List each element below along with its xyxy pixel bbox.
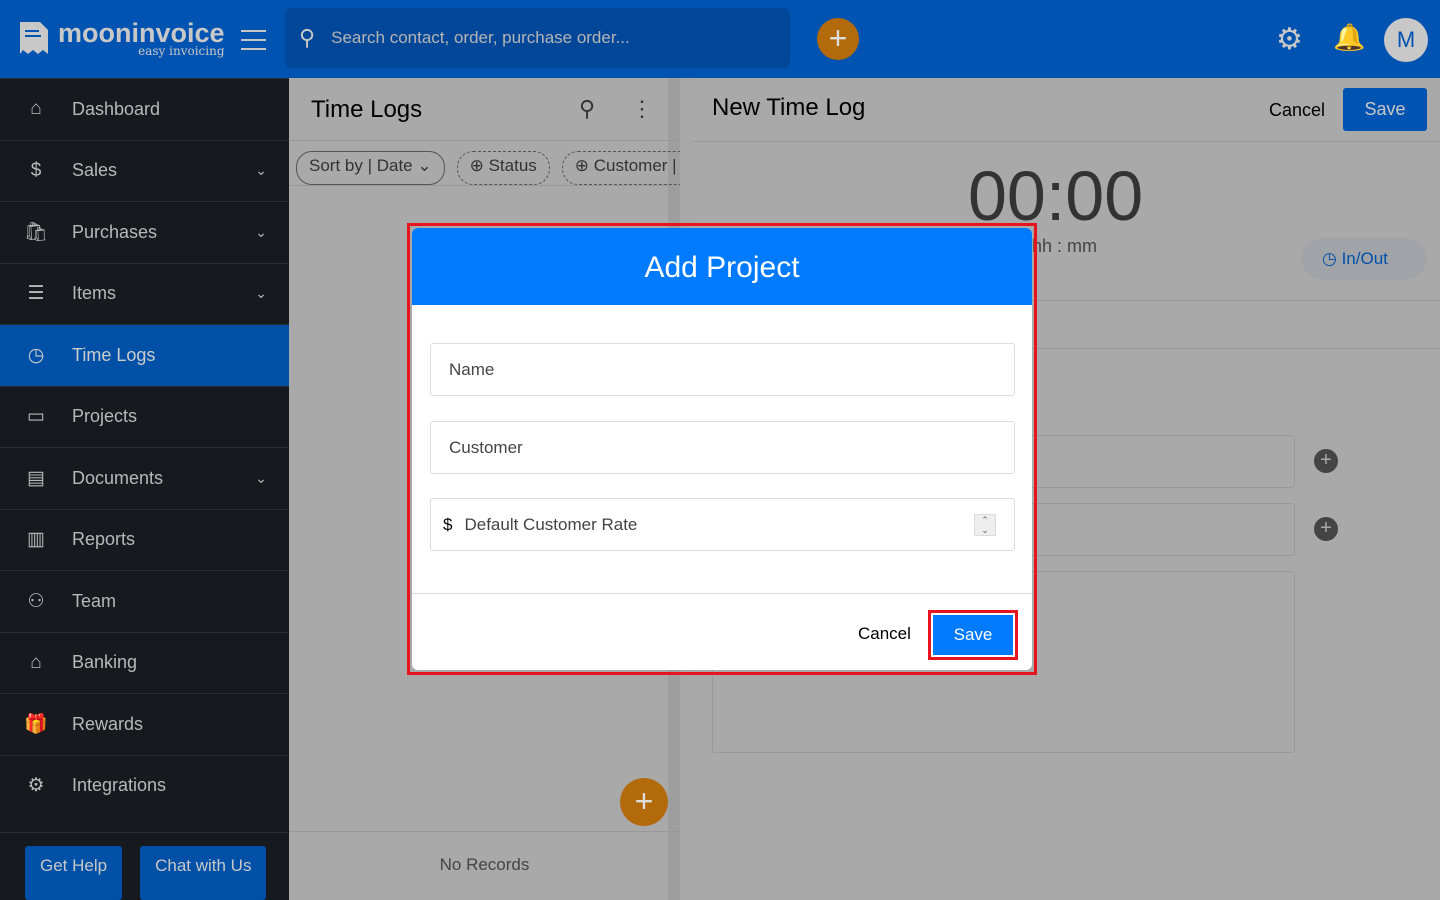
sort-chip[interactable]: Sort by | Date ⌄ (296, 151, 445, 185)
documents-icon: ▤ (27, 467, 45, 489)
purchases-icon: 🛍 (24, 222, 49, 244)
receipt-icon (20, 22, 48, 54)
sidebar-item-label: Sales (72, 160, 118, 181)
gear-icon[interactable]: ⚙ (1276, 22, 1303, 57)
sidebar-item-integrations[interactable]: ⚙ Integrations (0, 754, 289, 817)
save-button[interactable]: Save (1343, 88, 1427, 131)
chevron-down-icon: ⌄ (255, 285, 267, 302)
add-time-log-button[interactable]: + (620, 778, 668, 826)
more-icon[interactable]: ⋮ (631, 96, 653, 122)
status-chip[interactable]: ⊕ Status (456, 151, 550, 185)
bell-icon[interactable]: 🔔 (1333, 22, 1365, 53)
top-bar: mooninvoice easy invoicing ⚲ Search contac… (0, 0, 1440, 78)
items-icon: ☰ (27, 283, 45, 305)
timer-unit: hh : mm (1032, 236, 1098, 256)
clock-icon: ◷ (1322, 249, 1337, 268)
sidebar-item-label: Team (72, 590, 117, 611)
sidebar-item-banking[interactable]: ⌂ Banking (0, 631, 289, 694)
get-help-button[interactable]: Get Help (25, 846, 123, 900)
logo[interactable]: mooninvoice easy invoicing (18, 20, 225, 58)
dashboard-icon: ⌂ (30, 98, 42, 120)
chevron-down-icon: ⌄ (255, 469, 267, 486)
add-project-dialog: Add Project Name Customer $ Default Custo… (407, 223, 1037, 675)
sales-icon: $ (30, 159, 42, 181)
banking-icon: ⌂ (30, 651, 42, 673)
quick-add-button[interactable]: + (817, 18, 859, 60)
sidebar-item-projects[interactable]: ▭ Projects (0, 385, 289, 448)
reports-icon: ▥ (27, 529, 45, 551)
customer-input[interactable]: Customer (430, 421, 1015, 474)
sidebar-item-sales[interactable]: $ Sales ⌄ (0, 139, 289, 202)
chat-button[interactable]: Chat with Us (140, 846, 267, 900)
sidebar-item-label: Documents (72, 467, 164, 488)
form-title: New Time Log (712, 94, 866, 121)
avatar[interactable]: M (1384, 18, 1428, 62)
time-logs-icon: ◷ (27, 344, 45, 366)
sidebar-item-dashboard[interactable]: ⌂ Dashboard (0, 78, 289, 140)
brand-name: mooninvoice (58, 18, 225, 48)
chevron-down-icon: ⌄ (255, 162, 267, 179)
sidebar-item-items[interactable]: ☰ Items ⌄ (0, 262, 289, 325)
sidebar-item-label: Time Logs (72, 344, 156, 365)
sidebar-item-team[interactable]: ⚇ Team (0, 570, 289, 632)
sidebar-item-label: Integrations (72, 775, 167, 796)
sidebar-item-label: Items (72, 283, 117, 304)
sidebar-item-label: Purchases (72, 221, 158, 242)
sidebar: ⌂ Dashboard $ Sales ⌄ 🛍 Purchases ⌄ ☰ Items ⌄ ◷ Time… (0, 78, 289, 900)
customer-chip[interactable]: ⊕ Customer | All (561, 151, 680, 185)
sidebar-item-label: Rewards (72, 713, 144, 734)
name-input[interactable]: Name (430, 343, 1015, 396)
dialog-save-button[interactable]: Save (933, 615, 1013, 655)
currency-symbol: $ (443, 515, 453, 534)
empty-state: No Records (289, 831, 680, 900)
sidebar-item-label: Reports (72, 529, 136, 550)
dialog-cancel-button[interactable]: Cancel (858, 624, 911, 644)
chevron-down-icon: ⌄ (255, 223, 267, 240)
plus-icon[interactable]: + (1314, 517, 1338, 541)
team-icon: ⚇ (27, 590, 45, 612)
sidebar-item-reports[interactable]: ▥ Reports (0, 508, 289, 571)
sidebar-item-documents[interactable]: ▤ Documents ⌄ (0, 447, 289, 509)
search-icon[interactable]: ⚲ (579, 96, 595, 122)
projects-icon: ▭ (27, 406, 45, 428)
sidebar-item-label: Projects (72, 406, 138, 427)
sidebar-item-label: Banking (72, 652, 138, 673)
panel-title: Time Logs (311, 96, 423, 123)
sidebar-item-rewards[interactable]: 🎁 Rewards (0, 693, 289, 755)
stepper-icon[interactable]: ⌃ ⌄ (974, 514, 996, 536)
rate-input[interactable]: $ Default Customer Rate ⌃ ⌄ (430, 498, 1015, 551)
rewards-icon: 🎁 (24, 714, 48, 736)
integrations-icon: ⚙ (27, 775, 45, 797)
menu-icon[interactable] (241, 30, 266, 57)
search-placeholder: Search contact, order, purchase order... (331, 28, 630, 47)
sidebar-item-label: Dashboard (72, 98, 161, 119)
dialog-title: Add Project (412, 228, 1032, 305)
in-out-button[interactable]: ◷ In/Out (1302, 238, 1426, 280)
plus-icon[interactable]: + (1314, 449, 1338, 473)
cancel-button[interactable]: Cancel (1269, 100, 1325, 121)
sidebar-item-time-logs[interactable]: ◷ Time Logs (0, 324, 289, 386)
search-input[interactable]: ⚲ Search contact, order, purchase order..… (285, 8, 790, 68)
search-icon: ⚲ (299, 25, 316, 50)
sidebar-item-purchases[interactable]: 🛍 Purchases ⌄ (0, 201, 289, 263)
